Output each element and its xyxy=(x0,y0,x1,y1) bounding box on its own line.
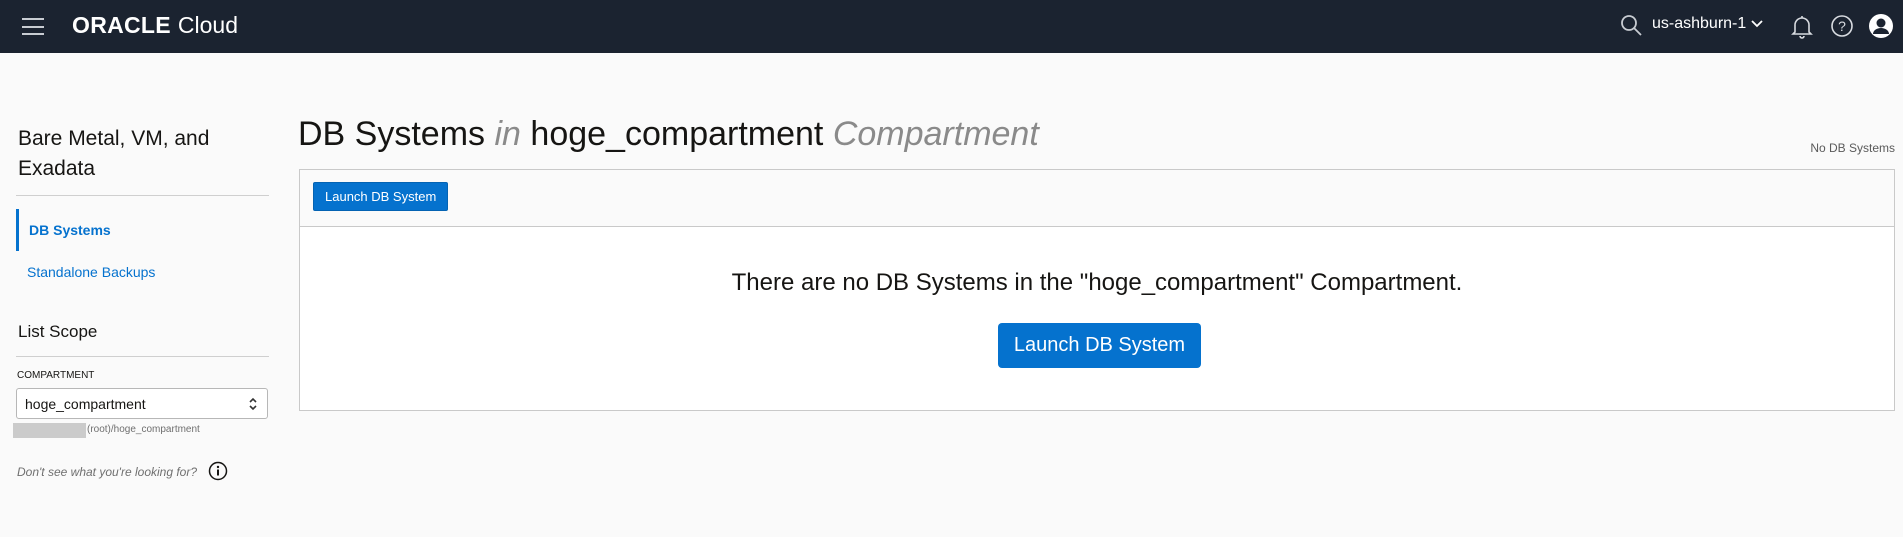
oracle-cloud-logo[interactable]: ORACLE Cloud xyxy=(72,12,238,39)
chevron-down-icon xyxy=(1751,20,1763,28)
compartment-select[interactable]: hoge_compartment xyxy=(16,388,268,419)
sidebar-item-label: DB Systems xyxy=(29,222,111,238)
page-title-compartment: hoge_compartment xyxy=(530,115,824,153)
sidebar-item-label: Standalone Backups xyxy=(27,264,156,280)
launch-db-system-button[interactable]: Launch DB System xyxy=(313,182,449,211)
hamburger-icon[interactable] xyxy=(22,18,44,35)
page-title-in: in xyxy=(494,115,521,153)
compartment-path: (root)/hoge_compartment xyxy=(87,424,200,435)
page-title: DB Systems in hoge_compartment Compartme… xyxy=(298,115,1039,154)
info-icon[interactable] xyxy=(208,461,228,486)
redacted-tenancy-name xyxy=(13,423,86,438)
list-scope-title: List Scope xyxy=(18,322,98,341)
empty-state-message: There are no DB Systems in the "hoge_com… xyxy=(731,269,1463,296)
sidebar-divider xyxy=(16,195,269,196)
scope-divider xyxy=(16,356,269,357)
help-icon[interactable]: ? xyxy=(1830,14,1854,43)
bell-icon[interactable] xyxy=(1790,14,1814,45)
page-title-prefix: DB Systems xyxy=(298,115,486,153)
page-title-suffix: Compartment xyxy=(832,115,1039,153)
empty-state-launch-button[interactable]: Launch DB System xyxy=(998,323,1201,368)
logo-product: Cloud xyxy=(177,12,239,38)
db-systems-panel: Launch DB System There are no DB Systems… xyxy=(299,169,1895,411)
logo-text: ORACLE xyxy=(72,12,171,38)
region-label: us-ashburn-1 xyxy=(1652,15,1747,32)
search-icon[interactable] xyxy=(1619,13,1643,42)
user-icon[interactable] xyxy=(1868,13,1894,44)
sidebar-item-standalone-backups[interactable]: Standalone Backups xyxy=(16,251,269,293)
compartment-value: hoge_compartment xyxy=(25,396,146,412)
top-navigation-bar: ORACLE Cloud us-ashburn-1 ? xyxy=(0,0,1903,53)
region-selector[interactable]: us-ashburn-1 xyxy=(1652,15,1764,33)
help-prompt: Don't see what you're looking for? xyxy=(17,465,198,479)
sidebar-title: Bare Metal, VM, and Exadata xyxy=(18,127,210,180)
result-count: No DB Systems xyxy=(1810,141,1895,155)
compartment-label: COMPARTMENT xyxy=(17,370,95,381)
sidebar-item-db-systems[interactable]: DB Systems xyxy=(16,209,272,251)
svg-text:?: ? xyxy=(1838,18,1846,34)
panel-toolbar: Launch DB System xyxy=(300,170,1894,227)
select-arrows-icon xyxy=(249,397,257,411)
